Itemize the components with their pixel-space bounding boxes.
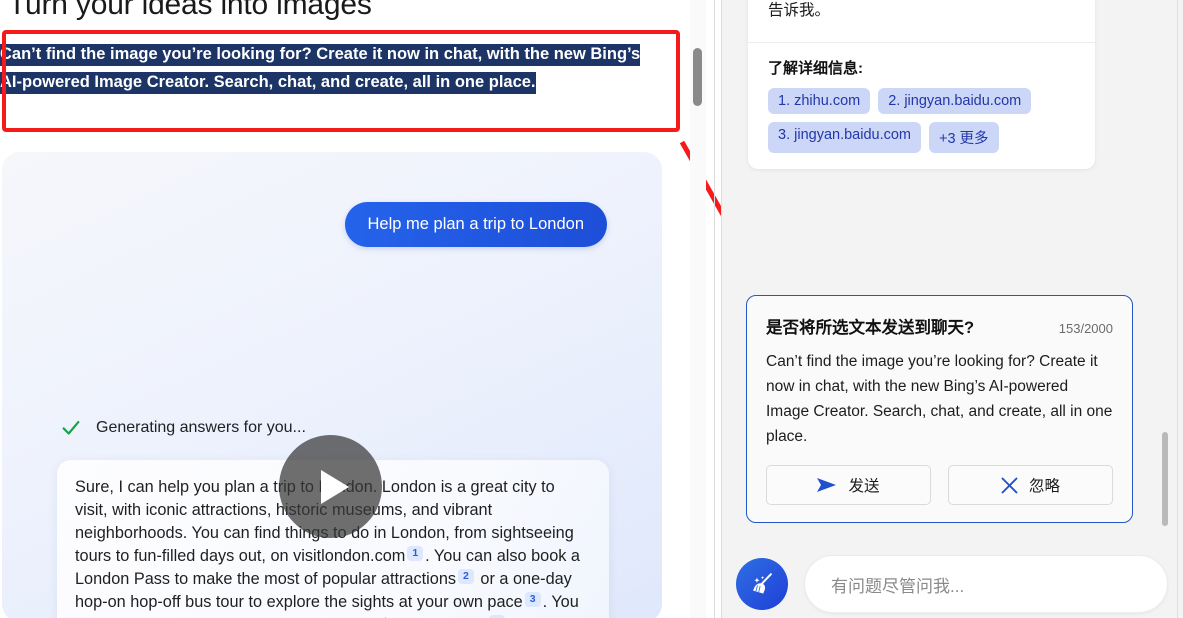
- broom-sparkle-icon: [753, 573, 772, 594]
- citation-badge-2[interactable]: 2: [458, 569, 474, 584]
- source-chip-zhihu[interactable]: 1. zhihu.com: [768, 88, 871, 114]
- chat-input[interactable]: 有问题尽管问我...: [804, 555, 1168, 613]
- send-selection-header: 是否将所选文本发送到聊天? 153/2000: [766, 314, 1113, 338]
- character-counter: 153/2000: [1058, 321, 1113, 336]
- right-scrollbar-thumb[interactable]: [1162, 432, 1168, 526]
- dismiss-button[interactable]: 忽略: [948, 465, 1113, 505]
- generating-status-row: Generating answers for you...: [60, 417, 306, 439]
- send-button-label: 发送: [848, 478, 880, 495]
- text-selection-highlight[interactable]: Can’t find the image you’re looking for?…: [0, 44, 641, 94]
- screenshot-root: Turn your ideas into images Can’t find t…: [0, 0, 1183, 618]
- selected-paragraph[interactable]: Can’t find the image you’re looking for?…: [0, 40, 660, 96]
- source-chip-list: 1. zhihu.com 2. jingyan.baidu.com 3. jin…: [768, 88, 1075, 153]
- user-message-bubble: Help me plan a trip to London: [344, 202, 607, 247]
- send-selection-body: Can’t find the image you’re looking for?…: [766, 353, 1113, 445]
- send-selection-title: 是否将所选文本发送到聊天?: [766, 319, 975, 337]
- send-selection-actions: 发送 忽略: [766, 465, 1113, 505]
- chat-demo-panel: Help me plan a trip to London Generating…: [2, 152, 662, 618]
- assistant-message-card: 希望这能帮到你。如果你需要更多信息，请告诉我。 了解详细信息: 1. zhihu…: [748, 0, 1095, 169]
- new-topic-button[interactable]: [736, 558, 788, 610]
- play-icon: [320, 469, 349, 504]
- citation-badge-1[interactable]: 1: [407, 546, 424, 561]
- sources-section: 了解详细信息: 1. zhihu.com 2. jingyan.baidu.co…: [748, 42, 1095, 169]
- page-title: Turn your ideas into images: [8, 0, 372, 21]
- citation-badge-3[interactable]: 3: [524, 592, 541, 607]
- dismiss-button-label: 忽略: [1028, 478, 1060, 495]
- source-chip-more[interactable]: +3 更多: [929, 122, 999, 153]
- chat-input-placeholder: 有问题尽管问我...: [831, 576, 965, 596]
- send-button[interactable]: 发送: [766, 465, 931, 505]
- source-chip-jingyan-2[interactable]: 2. jingyan.baidu.com: [878, 88, 1032, 114]
- left-scrollbar-thumb[interactable]: [693, 48, 702, 106]
- green-check-icon: [62, 420, 80, 435]
- sources-title: 了解详细信息:: [768, 60, 863, 77]
- web-page-pane: Turn your ideas into images Can’t find t…: [0, 0, 694, 618]
- close-x-icon: [1001, 477, 1018, 493]
- pane-divider: [714, 0, 715, 618]
- copilot-side-panel: 希望这能帮到你。如果你需要更多信息，请告诉我。 了解详细信息: 1. zhihu…: [722, 0, 1183, 618]
- right-edge-divider: [1177, 0, 1178, 618]
- source-chip-jingyan-3[interactable]: 3. jingyan.baidu.com: [768, 122, 921, 153]
- composer-bar: 有问题尽管问我...: [736, 555, 1168, 613]
- assistant-message-text: 希望这能帮到你。如果你需要更多信息，请告诉我。: [768, 2, 831, 19]
- send-selection-card: 是否将所选文本发送到聊天? 153/2000 Can’t find the im…: [746, 295, 1133, 523]
- generating-status-label: Generating answers for you...: [96, 419, 306, 436]
- video-play-button[interactable]: [279, 435, 382, 538]
- send-arrow-icon: [817, 478, 837, 492]
